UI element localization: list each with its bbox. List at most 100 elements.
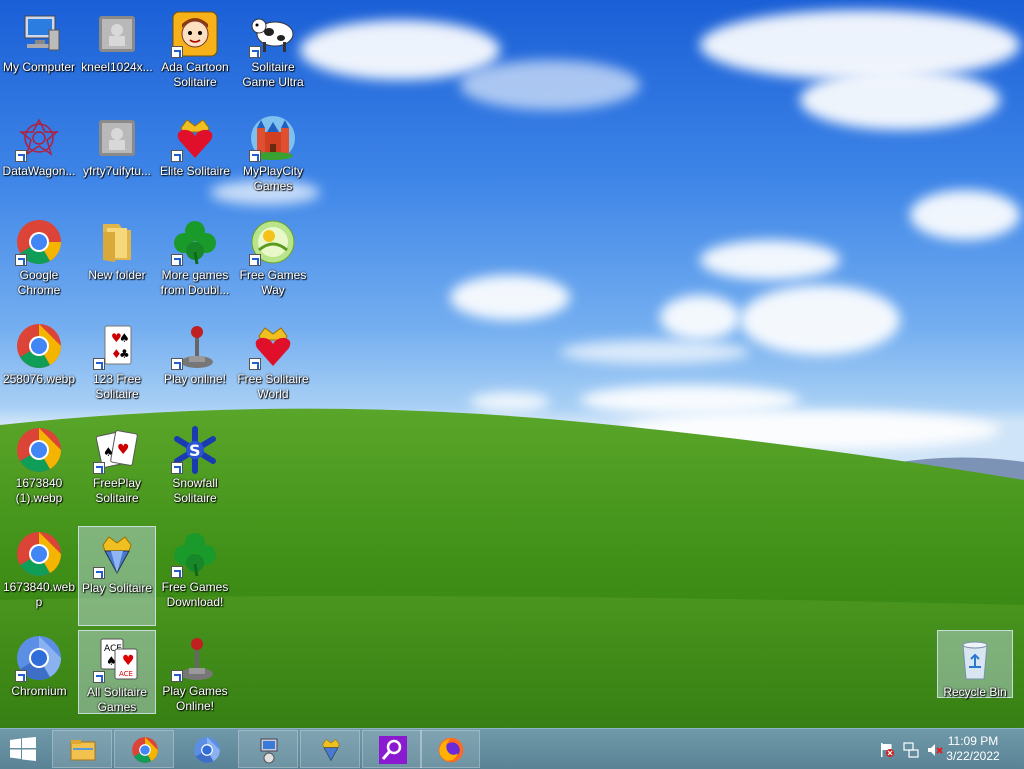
desktop-icon-play-solitaire[interactable]: Play Solitaire — [78, 526, 156, 626]
taskbar-chromium[interactable] — [176, 730, 236, 768]
taskbar-play-solitaire[interactable] — [300, 730, 360, 768]
cow-icon — [249, 10, 297, 58]
desktop-icon-new-folder[interactable]: New folder — [78, 214, 156, 314]
desktop-icon-all-solitaire-games[interactable]: ACE ♠ ♥ ACE All Solitaire Games — [78, 630, 156, 714]
icon-label: Play online! — [163, 372, 227, 386]
icon-label: Snowfall Solitaire — [172, 476, 218, 505]
icon-label: 1673840 (1).webp — [15, 476, 63, 505]
svg-text:♣: ♣ — [119, 347, 130, 361]
svg-text:♥: ♥ — [117, 442, 130, 458]
icon-label: Play Solitaire — [81, 581, 153, 595]
shortcut-arrow-icon — [171, 566, 183, 578]
free-games-way-icon — [249, 218, 297, 266]
crown-heart-icon — [171, 114, 219, 162]
icon-label: My Computer — [2, 60, 76, 74]
network-icon[interactable] — [903, 742, 919, 758]
taskbar-file-explorer[interactable] — [52, 730, 112, 768]
icon-label: Solitaire Game Ultra — [242, 60, 304, 89]
shortcut-arrow-icon — [171, 150, 183, 162]
shortcut-arrow-icon — [171, 358, 183, 370]
icon-label: All Solitaire Games — [86, 685, 148, 714]
shortcut-arrow-icon — [93, 462, 105, 474]
system-tray: 11:09 PM 3/22/2022 — [864, 729, 1024, 769]
shortcut-arrow-icon — [249, 254, 261, 266]
snowflake-icon: S — [171, 426, 219, 474]
chromium-icon — [15, 634, 63, 682]
svg-text:♠: ♠ — [103, 445, 114, 459]
desktop-icon-my-computer[interactable]: My Computer — [0, 6, 78, 106]
desktop-icon-kneel1024x[interactable]: kneel1024x... — [78, 6, 156, 106]
desktop-icon-free-games-download[interactable]: Free Games Download! — [156, 526, 234, 626]
desktop-icon-258076-webp[interactable]: 258076.webp — [0, 318, 78, 418]
shortcut-arrow-icon — [249, 358, 261, 370]
desktop-icon-1673840-webp[interactable]: 1673840.webp — [0, 526, 78, 626]
joystick-icon — [171, 634, 219, 682]
desktop-icon-myplaycity-games[interactable]: MyPlayCity Games — [234, 110, 312, 210]
svg-text:ACE: ACE — [119, 670, 133, 678]
shortcut-arrow-icon — [15, 670, 27, 682]
desktop-icon-ada-cartoon-solitaire[interactable]: Ada Cartoon Solitaire — [156, 6, 234, 106]
svg-text:S: S — [189, 441, 201, 460]
desktop-icon-elite-solitaire[interactable]: Elite Solitaire — [156, 110, 234, 210]
desktop-icon-recycle-bin[interactable]: Recycle Bin — [937, 630, 1013, 699]
icon-label: FreePlay Solitaire — [92, 476, 142, 505]
shortcut-arrow-icon — [15, 150, 27, 162]
crown-heart-icon — [249, 322, 297, 370]
desktop-icon-solitaire-game-ultra[interactable]: Solitaire Game Ultra — [234, 6, 312, 106]
icon-label: Free Solitaire World — [237, 372, 309, 401]
icon-label: Chromium — [11, 684, 67, 698]
desktop-icon-play-online[interactable]: Play online! — [156, 318, 234, 418]
search-app-icon — [379, 736, 407, 764]
chrome-icon — [15, 218, 63, 266]
taskbar-firefox[interactable] — [420, 730, 480, 768]
icon-label: DataWagon... — [2, 164, 76, 178]
chrome-icon — [15, 530, 63, 578]
taskbar-network-app[interactable] — [238, 730, 298, 768]
shortcut-arrow-icon — [93, 671, 105, 683]
icon-label: Play Games Online! — [162, 684, 228, 713]
icon-label: Free Games Way — [239, 268, 307, 297]
castle-icon — [249, 114, 297, 162]
desktop-icon-chromium[interactable]: Chromium — [0, 630, 78, 728]
crown-diamond-icon — [93, 531, 141, 579]
ada-cartoon-icon — [171, 10, 219, 58]
desktop-icon-more-games-doubl[interactable]: More games from Doubl... — [156, 214, 234, 314]
folder-icon — [93, 218, 141, 266]
desktop-icon-free-solitaire-world[interactable]: Free Solitaire World — [234, 318, 312, 418]
flag-icon[interactable] — [879, 742, 895, 758]
chrome-icon — [15, 322, 63, 370]
desktop-icon-free-games-way[interactable]: Free Games Way — [234, 214, 312, 314]
shortcut-arrow-icon — [171, 46, 183, 58]
crown-diamond-icon — [322, 739, 340, 762]
desktop-icon-yfrty7uifytu[interactable]: yfrty7uifytu... — [78, 110, 156, 210]
desktop-icon-freeplay-solitaire[interactable]: ♥ ♠ FreePlay Solitaire — [78, 422, 156, 522]
desktop-icon-123-free-solitaire[interactable]: ♥ ♠ ♦ ♣ 123 Free Solitaire — [78, 318, 156, 418]
joystick-icon — [171, 322, 219, 370]
firefox-icon — [438, 737, 464, 763]
taskbar-search-app[interactable] — [362, 730, 422, 768]
desktop-icon-datawagon[interactable]: DataWagon... — [0, 110, 78, 210]
taskbar-clock[interactable]: 11:09 PM 3/22/2022 — [938, 734, 1008, 764]
windows-start-icon — [10, 737, 36, 761]
desktop-icon-snowfall-solitaire[interactable]: S Snowfall Solitaire — [156, 422, 234, 522]
desktop-icon-google-chrome[interactable]: Google Chrome — [0, 214, 78, 314]
svg-text:♥: ♥ — [122, 653, 135, 669]
image-file-icon — [93, 114, 141, 162]
taskbar-chrome[interactable] — [114, 730, 174, 768]
shortcut-arrow-icon — [249, 150, 261, 162]
clock-date: 3/22/2022 — [946, 749, 1000, 763]
desktop-icon-play-games-online[interactable]: Play Games Online! — [156, 630, 234, 728]
chromium-icon — [194, 737, 220, 763]
icon-label: MyPlayCity Games — [242, 164, 303, 193]
icon-label: Elite Solitaire — [159, 164, 231, 178]
start-button[interactable] — [8, 737, 38, 761]
cards-icon: ♥ ♠ ♦ ♣ — [93, 322, 141, 370]
shortcut-arrow-icon — [15, 254, 27, 266]
shortcut-arrow-icon — [171, 254, 183, 266]
desktop-icon-1673840-1-webp[interactable]: 1673840 (1).webp — [0, 422, 78, 522]
icon-label: Recycle Bin — [943, 685, 1007, 699]
icon-label: yfrty7uifytu... — [82, 164, 152, 178]
shortcut-arrow-icon — [171, 670, 183, 682]
icon-label: New folder — [88, 268, 146, 282]
ace-cards-icon: ACE ♠ ♥ ACE — [93, 635, 141, 683]
